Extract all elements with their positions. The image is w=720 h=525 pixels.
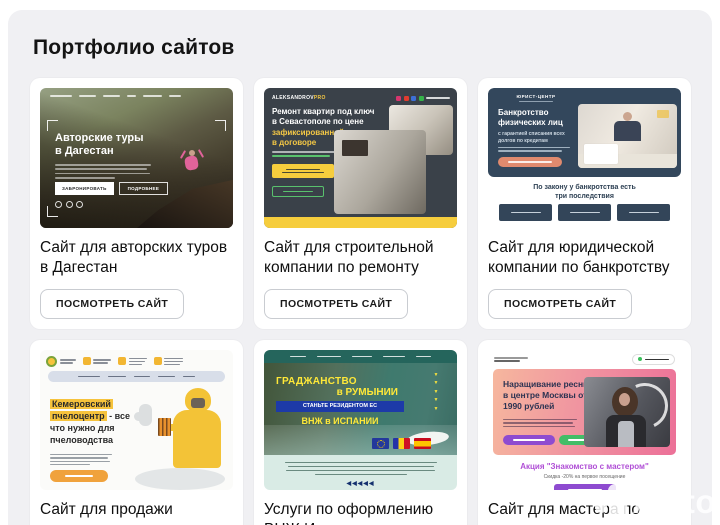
thumb-nav-placeholder [264,349,457,363]
thumb-calc-button [503,434,555,445]
vk-icon [411,95,416,101]
site-thumbnail-residence[interactable]: ГРАДЖАНСТВО в РУМЫНИИ СТАНЬТЕ РЕЗИДЕНТОМ… [264,349,457,490]
corner-bracket-icon [47,120,58,131]
thumb-subheadline: с гарантией списания всех долгов по кред… [498,131,565,144]
down-arrows-icon: ▼ ▼ ▼ ▼ ▼ [433,371,439,412]
portfolio-card-renovation: ALEKSANDROVPRO Ремонт квартир под ключ в… [254,78,467,329]
thumb-text-placeholder [503,418,577,427]
thumb-headline: Наращивание ресниц в центре Москвы от 19… [503,378,594,411]
thumb-green-button [272,186,324,197]
thumb-logo: ALEKSANDROVPRO [272,95,326,101]
thumb-logo: ЮРИСТ-ЦЕНТР [488,94,584,103]
promo-title: Акция "Знакомство с мастером" [520,461,649,471]
card-title: Услуги по оформлению ВНЖ Испании [264,500,434,525]
portfolio-card-beekeeping: Кемеровский пчелоцентр - все что нужно д… [30,339,243,525]
view-site-button[interactable]: ПОСМОТРЕТЬ САЙТ [264,288,409,319]
thumb-phone-button [50,469,108,482]
thumb-headline: Авторские туры в Дагестан [55,132,144,158]
accent-bar [264,217,457,228]
thumb-text-placeholder [50,453,112,466]
portfolio-screen: Портфолио сайтов Авторские туры в Дагест… [0,0,720,525]
thumb-headline: Ремонт квартир под ключ в Севастополе по… [272,107,375,126]
status-dot-icon [638,357,642,362]
card-title: Сайт для юридической компании по банкрот… [488,239,670,277]
portfolio-card-lashes: Наращивание ресниц в центре Москвы от 19… [478,339,691,525]
card-title: Сайт для мастера по наращиванию ресниц [488,500,645,525]
phone-pill [632,353,675,365]
page-title: Портфолио сайтов [33,36,235,59]
social-icons [396,95,450,101]
feature-boxes [488,204,681,221]
thumb-logo-icon [46,355,57,367]
portfolio-grid: Авторские туры в Дагестан ЗАБРОНИРОВАТЬ … [30,78,691,525]
site-thumbnail-bankruptcy[interactable]: ЮРИСТ-ЦЕНТР Банкротство физических лиц с… [488,88,681,228]
thumb-book-button: ЗАБРОНИРОВАТЬ [55,182,114,195]
eu-flag-icon [372,437,389,449]
youtube-icon [403,95,409,101]
site-thumbnail-renovation[interactable]: ALEKSANDROVPRO Ремонт квартир под ключ в… [264,88,457,228]
person-figure [179,149,205,178]
social-icons [55,201,83,208]
thumb-band: СТАНЬТЕ РЕЗИДЕНТОМ ЕС [276,400,404,412]
portfolio-card-bankruptcy: ЮРИСТ-ЦЕНТР Банкротство физических лиц с… [478,78,691,329]
thumb-headline2: ВНЖ в ИСПАНИИ [301,415,379,426]
card-title: Сайт для строительной компании по ремонт… [264,239,434,277]
portfolio-card-residence: ГРАДЖАНСТВО в РУМЫНИИ СТАНЬТЕ РЕЗИДЕНТОМ… [254,339,467,525]
thumb-text-placeholder [55,164,151,179]
portfolio-card-tours: Авторские туры в Дагестан ЗАБРОНИРОВАТЬ … [30,78,243,329]
whatsapp-icon [418,95,424,101]
thumb-nav-placeholder [50,95,223,97]
phone-placeholder [426,97,450,99]
instagram-icon [396,95,401,101]
card-title: Сайт для авторских туров в Дагестан [40,239,228,277]
spain-flag-icon [414,437,431,449]
view-site-button[interactable]: ПОСМОТРЕТЬ САЙТ [488,288,633,319]
interior-photo [334,130,426,214]
thumb-text-placeholder: ◀◀◀◀◀ [264,455,457,488]
lawyer-photo [578,104,677,168]
thumb-cta-button [498,157,562,167]
site-thumbnail-beekeeping[interactable]: Кемеровский пчелоцентр - все что нужно д… [40,349,233,490]
promo-subtitle: Скидка -20% на первое посещение [543,473,626,480]
corner-bracket-icon [215,120,226,131]
hero-photo: ГРАДЖАНСТВО в РУМЫНИИ СТАНЬТЕ РЕЗИДЕНТОМ… [264,362,457,455]
phone-icon [153,357,162,366]
site-thumbnail-lashes[interactable]: Наращивание ресниц в центре Москвы от 19… [488,349,681,490]
thumb-header [488,350,681,367]
promo-button [553,483,616,490]
left-arrows-icon: ◀◀◀◀◀ [346,481,375,488]
thumb-nav-placeholder [48,370,225,382]
view-site-button[interactable]: ПОСМОТРЕТЬ САЙТ [40,288,185,319]
portfolio-section: Портфолио сайтов Авторские туры в Дагест… [8,10,712,525]
thumb-headline: Кемеровский пчелоцентр - все что нужно д… [50,398,130,446]
beekeeper-illustration [133,382,229,490]
card-title: Сайт для продажи товаров пчеловодства [40,500,201,525]
thumb-headline: ГРАДЖАНСТВО [276,375,357,387]
thumb-headline: Банкротство физических лиц [498,108,563,127]
thumb-header [40,350,233,367]
hero-panel: Наращивание ресниц в центре Москвы от 19… [493,368,676,455]
thumb-section-text: По закону у банкротства есть три последс… [533,184,636,201]
location-icon [82,357,91,366]
mountain-rock-shape [137,179,233,228]
site-thumbnail-tours[interactable]: Авторские туры в Дагестан ЗАБРОНИРОВАТЬ … [40,88,233,228]
clock-icon [118,357,126,366]
thumb-calc-button [272,164,334,178]
thumb-text-placeholder [498,147,570,152]
romania-flag-icon [393,437,410,449]
thumb-more-button: ПОДРОБНЕЕ [118,182,169,195]
master-photo [584,376,670,447]
